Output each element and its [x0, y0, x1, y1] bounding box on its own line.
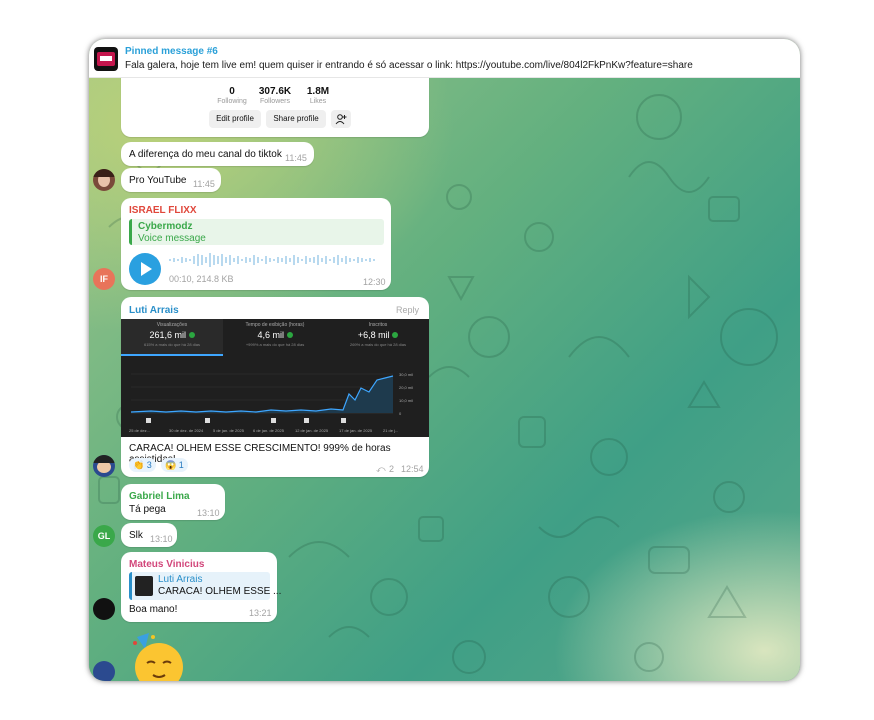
media-message-bubble[interactable]: Luti Arrais Reply Visualizações 261,6 mi…	[121, 297, 429, 477]
y-tick: 0	[399, 411, 402, 416]
user-avatar[interactable]	[93, 598, 115, 620]
message-time: 12:54	[401, 464, 424, 474]
message-text: Pro YouTube	[129, 175, 187, 186]
user-avatar[interactable]: IF	[93, 268, 115, 290]
party-face-icon	[133, 633, 183, 681]
user-avatar[interactable]	[93, 169, 115, 191]
voice-waveform	[169, 253, 375, 267]
metric-label: Tempo de exibição (horas)	[245, 322, 305, 328]
metric-value-text: 261,6 mil	[149, 330, 186, 340]
reaction-count: 1	[178, 460, 184, 470]
y-tick: 20,0 mil	[399, 385, 413, 390]
shocked-face-icon: 😱	[165, 460, 177, 470]
x-tick: 5 de jan. de 2025	[213, 428, 245, 433]
stat-likes-label: Likes	[309, 98, 327, 105]
forward-count: 2	[389, 464, 395, 474]
check-icon	[392, 332, 399, 338]
message-bubble[interactable]: Pro YouTube 11:45	[121, 168, 221, 192]
user-avatar[interactable]	[93, 661, 115, 681]
party-face-sticker[interactable]	[127, 631, 187, 681]
user-avatar[interactable]: GL	[93, 525, 115, 547]
reply-name: Luti Arrais	[158, 574, 203, 585]
reply-thumbnail	[135, 576, 153, 596]
reply-quote[interactable]: Luti Arrais CARACA! OLHEM ESSE ...	[129, 572, 281, 600]
metric-value: +6,8 mil	[327, 330, 429, 340]
reply-text: CARACA! OLHEM ESSE ...	[158, 586, 282, 597]
y-tick: 30,0 mil	[399, 372, 413, 377]
x-tick: 12 de jan. de 2025	[295, 428, 329, 433]
x-tick: 6 de jan. de 2025	[253, 428, 285, 433]
pinned-title: Pinned message #6	[125, 46, 218, 57]
reaction-shocked[interactable]: 😱 1	[161, 458, 188, 472]
profile-card: 0 Following 307.6K Followers 1.8M Likes …	[121, 77, 429, 137]
message-bubble[interactable]: A diferença do meu canal do tiktok 11:45	[121, 142, 314, 166]
x-tick: 30 de dez. de 2024	[169, 428, 204, 433]
metric-sub: 269% a mais do que há 28 dias	[349, 342, 407, 347]
play-button[interactable]	[129, 253, 161, 285]
check-icon	[286, 332, 293, 338]
play-icon	[141, 262, 152, 276]
message-bubble[interactable]: Slk 13:10	[121, 523, 177, 547]
metric-label: Inscritos	[368, 322, 388, 328]
sender-name[interactable]: Gabriel Lima	[129, 491, 190, 502]
metric-value-text: 4,6 mil	[257, 330, 284, 340]
chat-window: Pinned message #6 Fala galera, hoje tem …	[89, 39, 800, 681]
voice-message-bubble[interactable]: ISRAEL FLIXX Cybermodz Voice message 00:…	[121, 198, 391, 290]
sender-name[interactable]: ISRAEL FLIXX	[129, 205, 197, 216]
message-time: 13:10	[197, 508, 220, 518]
analytics-image[interactable]: Visualizações 261,6 mil 615% a mais do q…	[121, 319, 429, 437]
forward-icon: ⤺	[376, 464, 386, 474]
message-bubble[interactable]: Gabriel Lima Tá pega 13:10	[121, 484, 225, 520]
message-time: 11:45	[285, 153, 307, 163]
x-tick: 25 de dez...	[129, 428, 150, 433]
message-time: 13:21	[249, 608, 272, 618]
message-text: Boa mano!	[129, 604, 178, 615]
reaction-clap[interactable]: 👏 3	[129, 458, 156, 472]
metric-value: 261,6 mil	[121, 330, 223, 340]
share-profile-button[interactable]: Share profile	[266, 110, 326, 128]
check-icon	[188, 332, 195, 338]
x-tick: 17 de jan. de 2025	[339, 428, 373, 433]
reaction-count: 3	[146, 460, 152, 470]
message-bubble[interactable]: Mateus Vinicius Luti Arrais CARACA! OLHE…	[121, 552, 281, 622]
reply-text: Voice message	[138, 233, 206, 244]
pinned-thumbnail	[94, 47, 118, 71]
metric-value: 4,6 mil	[224, 330, 326, 340]
clap-icon: 👏	[133, 460, 145, 470]
message-text: Slk	[129, 530, 143, 541]
reply-name: Cybermodz	[138, 221, 193, 232]
edit-profile-button[interactable]: Edit profile	[209, 110, 261, 128]
add-person-icon	[335, 114, 347, 125]
message-time: 13:10	[150, 534, 173, 544]
sender-name[interactable]: Mateus Vinicius	[129, 559, 204, 570]
stat-likes-value: 1.8M	[306, 86, 330, 97]
y-tick: 10,0 mil	[399, 398, 413, 403]
reply-quote[interactable]: Cybermodz Voice message	[129, 219, 384, 245]
metric-sub: 615% a mais do que há 28 dias	[143, 342, 201, 347]
metric-sub: +999% a mais do que há 28 dias	[245, 342, 305, 347]
metric-card: Tempo de exibição (horas) 4,6 mil +999% …	[224, 319, 326, 354]
growth-line-chart: 30,0 mil 20,0 mil 10,0 mil 0 25 de dez..…	[129, 372, 413, 433]
metric-card: Inscritos +6,8 mil 269% a mais do que há…	[327, 319, 429, 354]
user-avatar[interactable]	[93, 455, 115, 477]
add-friend-button[interactable]	[331, 110, 351, 128]
metric-card: Visualizações 261,6 mil 615% a mais do q…	[121, 319, 223, 356]
pinned-text: Fala galera, hoje tem live em! quem quis…	[125, 60, 693, 71]
message-time: 11:45	[193, 179, 215, 189]
metric-label: Visualizações	[156, 322, 188, 328]
reply-button[interactable]: Reply	[396, 305, 419, 315]
pinned-message-bar[interactable]: Pinned message #6 Fala galera, hoje tem …	[89, 39, 800, 78]
sender-name[interactable]: Luti Arrais	[129, 305, 179, 316]
metric-value-text: +6,8 mil	[357, 330, 390, 340]
message-text: Tá pega	[129, 504, 166, 515]
voice-meta: 00:10, 214.8 KB	[169, 274, 234, 284]
message-time: 12:30	[363, 277, 386, 287]
message-text: A diferença do meu canal do tiktok	[129, 149, 282, 160]
x-tick: 21 de j...	[383, 428, 398, 433]
